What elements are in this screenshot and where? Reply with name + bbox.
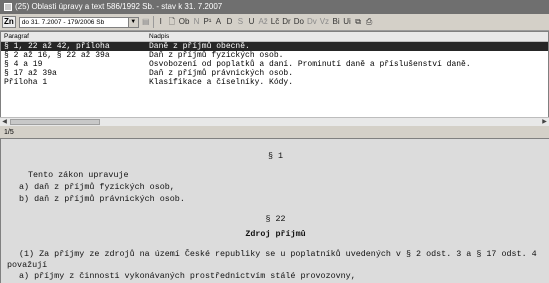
toolbar-button-ui[interactable]: Ui bbox=[343, 16, 351, 28]
list-header: Paragraf Nadpis bbox=[1, 32, 548, 42]
toolbar-button-lc[interactable]: Lč bbox=[271, 16, 279, 28]
row-nadpis: Daň z příjmů fyzických osob. bbox=[149, 51, 284, 60]
row-nadpis: Daň z příjmů právnických osob. bbox=[149, 69, 294, 78]
list-row[interactable]: Příloha 1 Klasifikace a číselníky. Kódy. bbox=[1, 78, 548, 87]
doc-line: považují bbox=[7, 260, 48, 270]
row-nadpis: Osvobození od poplatků a daní. Prominutí… bbox=[149, 60, 471, 69]
list-row[interactable]: § 17 až 39a Daň z příjmů právnických oso… bbox=[1, 69, 548, 78]
toolbar-button-do[interactable]: Do bbox=[294, 16, 304, 28]
window-titlebar: (25) Oblasti úpravy a text 586/1992 Sb. … bbox=[0, 0, 549, 14]
record-counter: 1/5 bbox=[0, 127, 549, 139]
zn-button[interactable]: Zn bbox=[2, 16, 16, 28]
doc-line: a) příjmy z činnosti vykonávaných prostř… bbox=[19, 271, 356, 281]
row-nadpis: Daně z příjmů obecně. bbox=[149, 42, 250, 51]
doc-line: a) daň z příjmů fyzických osob, bbox=[19, 182, 175, 192]
toolbar-button-ob[interactable]: Ob bbox=[179, 16, 190, 28]
doc-line: (1) Za příjmy ze zdrojů na území České r… bbox=[19, 249, 537, 259]
scrollbar-thumb[interactable] bbox=[10, 119, 100, 125]
search-box-icon[interactable]: ⧉ bbox=[354, 16, 362, 28]
section-number: § 1 bbox=[267, 151, 284, 161]
row-paragraf: § 1, 22 až 42, příloha bbox=[4, 42, 110, 51]
doc-line: b) daň z příjmů právnických osob. bbox=[19, 194, 185, 204]
document-text-pane: § 1 Tento zákon upravuje a) daň z příjmů… bbox=[0, 139, 549, 283]
toolbar-button-dv[interactable]: Dv bbox=[307, 16, 317, 28]
list-row[interactable]: § 2 až 16, § 22 až 39a Daň z příjmů fyzi… bbox=[1, 51, 548, 60]
paragraph-list: Paragraf Nadpis § 1, 22 až 42, příloha D… bbox=[0, 31, 549, 121]
row-nadpis: Klasifikace a číselníky. Kódy. bbox=[149, 78, 294, 87]
column-header-paragraf[interactable]: Paragraf bbox=[4, 32, 29, 41]
version-select[interactable]: do 31. 7.2007 - 179/2006 Sb ▼ bbox=[18, 16, 139, 28]
toolbar-button-s[interactable]: S bbox=[236, 16, 244, 28]
row-paragraf: § 4 a 19 bbox=[4, 60, 43, 69]
row-paragraf: § 2 až 16, § 22 až 39a bbox=[4, 51, 110, 60]
version-value: do 31. 7.2007 - 179/2006 Sb bbox=[21, 18, 105, 26]
toolbar-button-n[interactable]: N bbox=[192, 16, 200, 28]
column-header-nadpis[interactable]: Nadpis bbox=[149, 32, 169, 41]
toolbar-button-bi[interactable]: Bi bbox=[332, 16, 340, 28]
toolbar-button-dr[interactable]: Dr bbox=[282, 16, 290, 28]
toolbar-button-a[interactable]: A bbox=[214, 16, 222, 28]
list-row-selected[interactable]: § 1, 22 až 42, příloha Daně z příjmů obe… bbox=[1, 42, 548, 51]
toolbar-button-u[interactable]: U bbox=[247, 16, 255, 28]
filter-icon[interactable]: ▤ bbox=[142, 16, 150, 28]
print-icon[interactable]: ⎙ bbox=[365, 16, 373, 28]
doc-line: Tento zákon upravuje bbox=[28, 170, 129, 180]
toolbar-button-i[interactable]: I bbox=[157, 16, 165, 28]
horizontal-scrollbar[interactable]: ◀ ▶ bbox=[0, 117, 549, 126]
toolbar: Zn do 31. 7.2007 - 179/2006 Sb ▼ ▤ I 🗋 O… bbox=[0, 14, 549, 31]
chevron-down-icon[interactable]: ▼ bbox=[127, 17, 138, 27]
toolbar-button-d[interactable]: D bbox=[225, 16, 233, 28]
section-number: § 22 bbox=[265, 214, 286, 224]
toolbar-button-vz[interactable]: Vz bbox=[320, 16, 329, 28]
toolbar-separator bbox=[152, 16, 154, 28]
scroll-right-icon[interactable]: ▶ bbox=[540, 118, 549, 126]
app-icon bbox=[4, 2, 12, 11]
section-heading: Zdroj příjmů bbox=[245, 229, 306, 239]
window-title: (25) Oblasti úpravy a text 586/1992 Sb. … bbox=[15, 2, 223, 11]
toolbar-button-p1[interactable]: P¹ bbox=[203, 16, 211, 28]
row-paragraf: Příloha 1 bbox=[4, 78, 48, 87]
toolbar-button-az[interactable]: Až bbox=[258, 16, 267, 28]
list-row[interactable]: § 4 a 19 Osvobození od poplatků a daní. … bbox=[1, 60, 548, 69]
row-paragraf: § 17 až 39a bbox=[4, 69, 57, 78]
scroll-left-icon[interactable]: ◀ bbox=[0, 118, 9, 126]
document-icon[interactable]: 🗋 bbox=[168, 16, 176, 28]
